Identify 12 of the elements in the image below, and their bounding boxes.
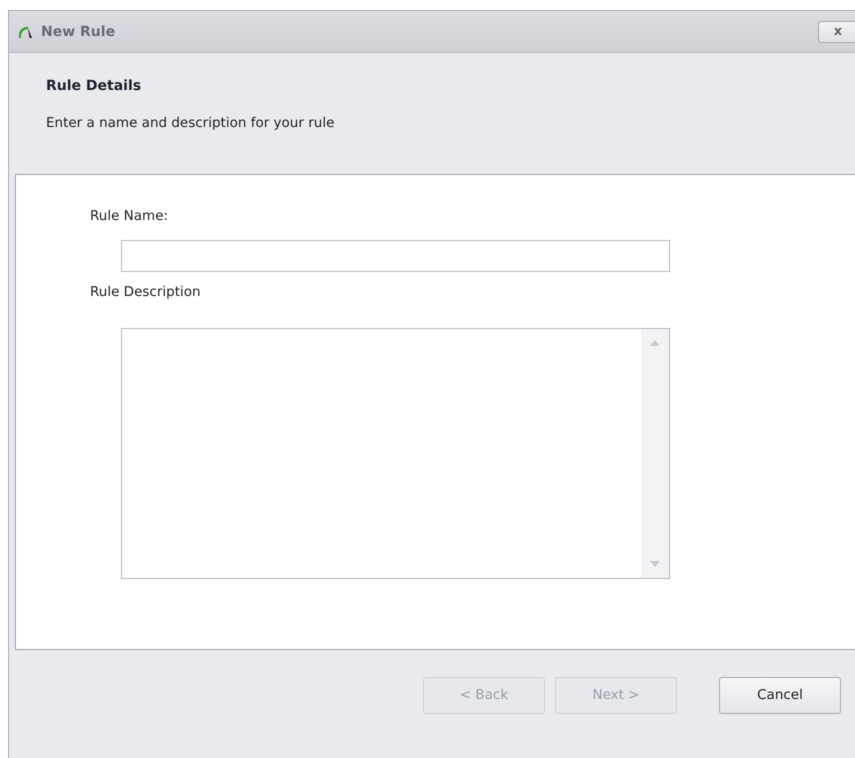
input-field[interactable] bbox=[121, 240, 670, 272]
window-title: New Rule bbox=[41, 24, 116, 40]
wizard-button[interactable]: Cancel bbox=[719, 676, 841, 714]
field-label: Rule Description bbox=[90, 284, 202, 300]
scroll-up-icon[interactable] bbox=[650, 340, 660, 346]
step-title: Rule Details bbox=[46, 78, 142, 94]
scrollbar[interactable] bbox=[641, 329, 669, 578]
step-description: Enter a name and description for your rule bbox=[46, 115, 336, 131]
scroll-down-icon[interactable] bbox=[650, 561, 660, 567]
text-area[interactable] bbox=[121, 328, 670, 579]
close-button[interactable]: x bbox=[818, 20, 855, 42]
field-label: Rule Name: bbox=[90, 208, 170, 224]
